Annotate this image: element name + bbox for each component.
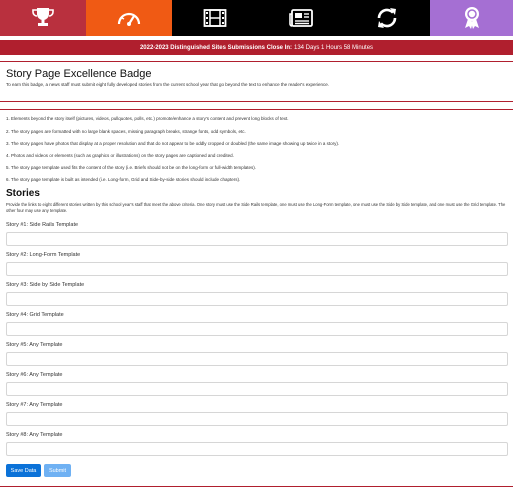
story-6-input[interactable] — [6, 382, 508, 396]
story-7-label: Story #7: Any Template — [6, 402, 63, 408]
nav-tile-badges[interactable] — [430, 0, 513, 36]
story-6-label: Story #6: Any Template — [6, 372, 63, 378]
story-1-label: Story #1: Side Rails Template — [6, 222, 79, 228]
nav-tile-news[interactable] — [258, 0, 344, 36]
save-data-button[interactable]: Save Data — [6, 464, 41, 477]
divider — [0, 101, 513, 102]
award-ribbon-icon — [461, 6, 483, 30]
submit-button[interactable]: Submit — [44, 464, 71, 477]
story-8-input[interactable] — [6, 442, 508, 456]
newspaper-icon — [288, 8, 314, 28]
nav-tile-videos[interactable] — [172, 0, 258, 36]
story-8-label: Story #8: Any Template — [6, 432, 63, 438]
story-1-input[interactable] — [6, 232, 508, 246]
story-7-input[interactable] — [6, 412, 508, 426]
top-navigation — [0, 0, 513, 36]
nav-tile-awards[interactable] — [0, 0, 86, 36]
story-3-input[interactable] — [6, 292, 508, 306]
criteria-item: 2. The story pages are formatted with no… — [6, 129, 246, 134]
story-4-input[interactable] — [6, 322, 508, 336]
criteria-item: 6. The story page template is built as i… — [6, 177, 241, 182]
stories-heading: Stories — [6, 188, 40, 199]
divider — [0, 61, 513, 62]
criteria-item: 1. Elements beyond the story itself (pic… — [6, 116, 289, 121]
film-icon — [203, 8, 227, 28]
stories-description: Provide the links to eight different sto… — [6, 202, 506, 213]
trophy-icon — [31, 7, 55, 29]
criteria-item: 4. Photos and videos or elements (such a… — [6, 153, 234, 158]
badge-intro: To earn this badge, a news staff must su… — [6, 82, 329, 87]
story-4-label: Story #4: Grid Template — [6, 312, 64, 318]
submission-countdown-banner: 2022-2023 Distinguished Sites Submission… — [0, 40, 513, 55]
nav-tile-dashboard[interactable] — [86, 0, 172, 36]
page-title: Story Page Excellence Badge — [6, 68, 152, 80]
criteria-item: 3. The story pages have photos that disp… — [6, 141, 340, 146]
countdown-value: 134 Days 1 Hours 58 Minutes — [294, 44, 374, 51]
nav-tile-refresh[interactable] — [344, 0, 430, 36]
speedometer-icon — [116, 7, 142, 29]
story-2-input[interactable] — [6, 262, 508, 276]
story-3-label: Story #3: Side by Side Template — [6, 282, 85, 288]
divider — [0, 109, 513, 110]
story-5-input[interactable] — [6, 352, 508, 366]
countdown-label: 2022-2023 Distinguished Sites Submission… — [139, 44, 292, 51]
divider — [0, 486, 513, 487]
refresh-icon — [375, 7, 399, 29]
story-5-label: Story #5: Any Template — [6, 342, 63, 348]
criteria-item: 5. The story page template used fits the… — [6, 165, 257, 170]
story-2-label: Story #2: Long-Form Template — [6, 252, 81, 258]
